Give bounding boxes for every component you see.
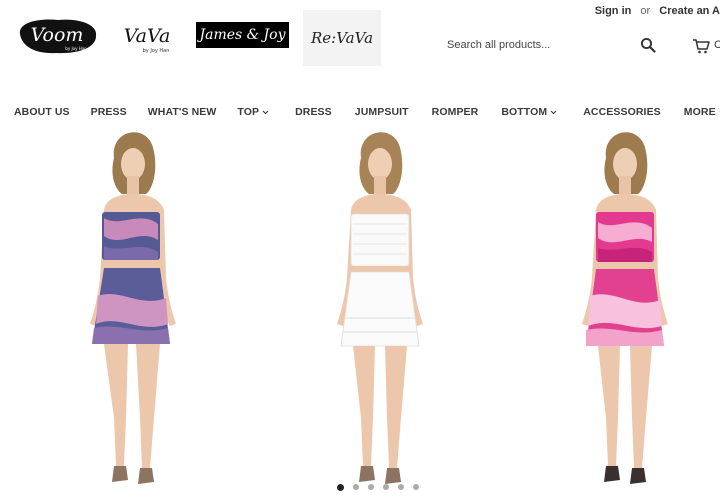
nav-item-accessories[interactable]: ACCESSORIES (583, 106, 661, 118)
nav-item-label: TOP (237, 106, 260, 118)
nav-item-top[interactable]: TOP (237, 106, 269, 118)
voom-logo-text: Voom (31, 24, 84, 46)
account-separator: or (640, 5, 651, 17)
nav-item-label: MORE (683, 106, 716, 118)
voom-logo[interactable]: Voom by Joy Han (16, 16, 98, 56)
voom-logo-sub: by Joy Han (65, 46, 87, 51)
nav-item-label: ABOUT US (14, 106, 70, 118)
james-joy-logo-text: James & Joy (199, 27, 286, 43)
cart-icon[interactable] (692, 38, 710, 54)
nav-item-whats-new[interactable]: WHAT'S NEW (148, 106, 217, 118)
revava-logo-text: Re:VaVa (310, 29, 374, 47)
vava-logo-text: VaVa (124, 25, 171, 47)
main-nav: ABOUT US PRESS WHAT'S NEW TOP DRESS JUMP… (14, 106, 720, 118)
chevron-down-icon (262, 110, 269, 114)
nav-item-label: PRESS (90, 106, 127, 118)
slide-dot-2[interactable] (353, 484, 359, 490)
sign-in-link[interactable]: Sign in (595, 5, 632, 17)
model-image-white (337, 132, 423, 484)
james-joy-logo[interactable]: James & Joy (196, 22, 289, 48)
account-links: Sign in or Create an A (595, 5, 720, 17)
nav-item-label: ROMPER (431, 106, 479, 118)
revava-logo[interactable]: Re:VaVa (303, 10, 381, 66)
nav-item-label: JUMPSUIT (354, 106, 409, 118)
vava-logo[interactable]: VaVa by Joy Han (116, 24, 178, 58)
nav-item-bottom[interactable]: BOTTOM (501, 106, 557, 118)
slide-dot-6[interactable] (413, 484, 419, 490)
search-input[interactable] (440, 39, 630, 51)
nav-item-more[interactable]: MORE (684, 106, 720, 118)
nav-item-dress[interactable]: DRESS (295, 106, 332, 118)
nav-item-about-us[interactable]: ABOUT US (14, 106, 70, 118)
search-icon[interactable] (640, 37, 656, 53)
slide-dot-4[interactable] (383, 484, 389, 490)
slideshow-pagination (337, 483, 419, 491)
slide-dot-3[interactable] (368, 484, 374, 490)
model-image-tie-dye-navy (90, 132, 176, 484)
nav-item-label: DRESS (295, 106, 332, 118)
nav-item-label: ACCESSORIES (583, 106, 661, 118)
slide-dot-5[interactable] (398, 484, 404, 490)
chevron-down-icon (550, 110, 557, 114)
cart-label[interactable]: C (714, 39, 720, 51)
nav-item-jumpsuit[interactable]: JUMPSUIT (355, 106, 409, 118)
nav-item-romper[interactable]: ROMPER (432, 106, 479, 118)
slide-dot-1[interactable] (337, 483, 344, 491)
model-image-tie-dye-pink (582, 132, 668, 484)
nav-item-press[interactable]: PRESS (91, 106, 127, 118)
hero-slideshow[interactable] (0, 128, 720, 497)
create-account-link[interactable]: Create an A (659, 5, 720, 17)
nav-item-label: WHAT'S NEW (147, 106, 217, 118)
search-bar (440, 30, 662, 60)
vava-logo-sub: by Joy Han (143, 48, 170, 54)
nav-item-label: BOTTOM (501, 106, 548, 118)
